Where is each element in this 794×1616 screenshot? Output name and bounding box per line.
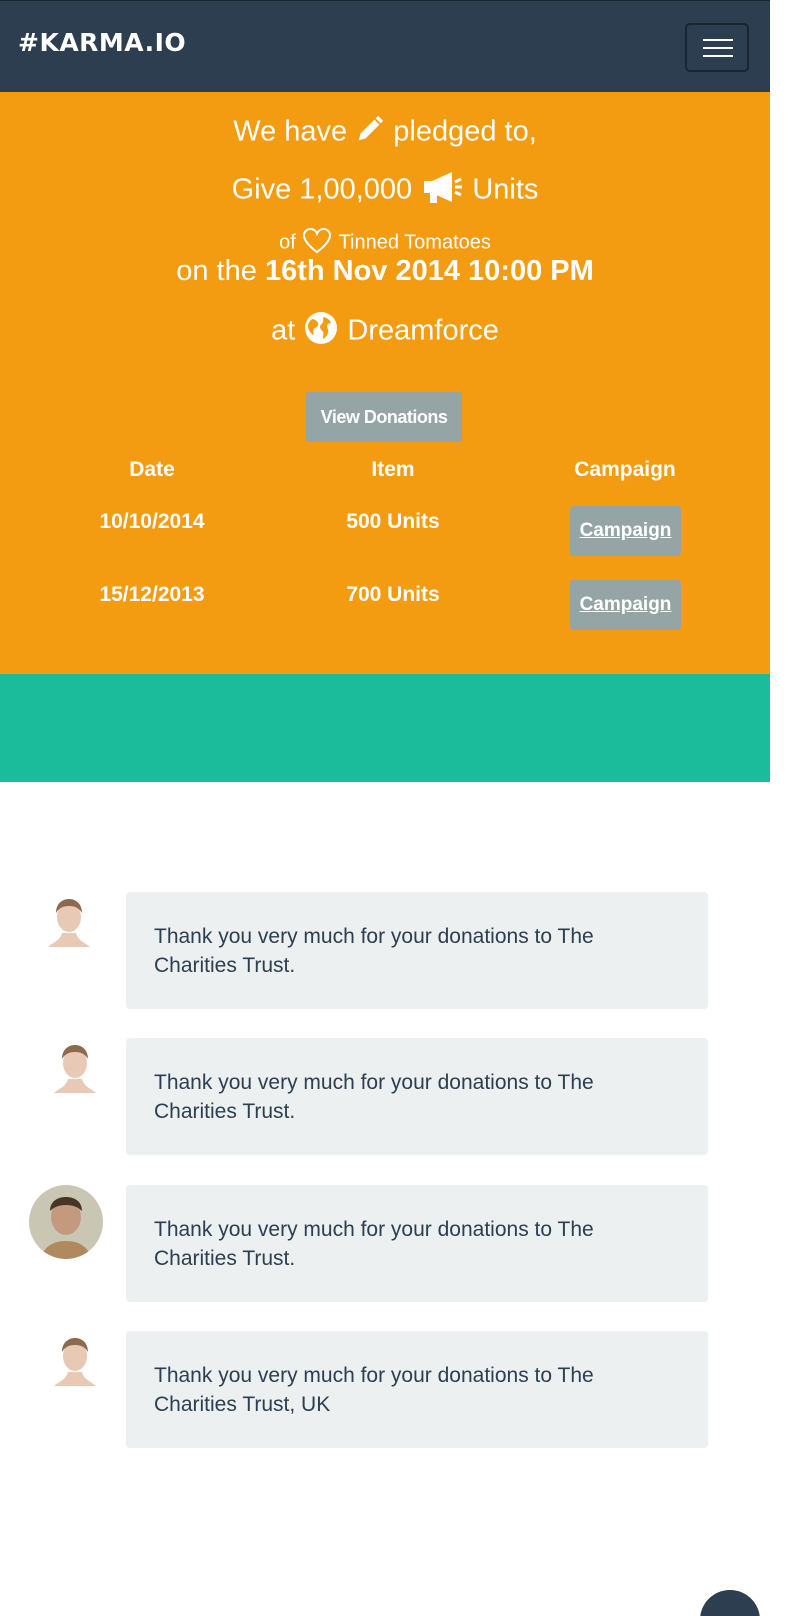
message-bubble: Thank you very much for your donations t… — [126, 1038, 708, 1155]
pledge-line-2: Give 1,00,000 Units — [0, 170, 770, 212]
message-text: Thank you very much for your donations t… — [154, 924, 594, 977]
pledge-line-1: We have pledged to, — [0, 114, 770, 152]
pledge-text: on the — [176, 255, 257, 287]
column-header-campaign: Campaign — [574, 458, 676, 481]
donation-item: 500 Units — [346, 510, 440, 533]
message-bubble: Thank you very much for your donations t… — [126, 892, 708, 1009]
view-donations-button[interactable]: View Donations — [306, 392, 462, 442]
message-text: Thank you very much for your donations t… — [154, 1070, 594, 1123]
menu-toggle-button[interactable] — [685, 23, 749, 72]
avatar — [32, 889, 106, 963]
pledge-date: 16th Nov 2014 10:00 PM — [264, 255, 594, 287]
pledge-line-4: on the 16th Nov 2014 10:00 PM — [0, 255, 770, 288]
menu-icon-bar — [703, 47, 733, 49]
pledge-location: Dreamforce — [347, 314, 499, 347]
donation-date: 10/10/2014 — [99, 510, 205, 533]
divider-band — [0, 674, 770, 782]
pledge-amount: Give 1,00,000 — [231, 173, 413, 206]
donation-item: 700 Units — [346, 583, 440, 606]
pledge-section: We have pledged to, Give 1,00,000 Units … — [0, 92, 770, 674]
megaphone-icon — [420, 170, 464, 212]
avatar — [38, 1328, 112, 1402]
brand-logo[interactable]: #KARMA.IO — [18, 28, 186, 57]
scroll-to-top-button[interactable] — [700, 1590, 760, 1616]
pencil-icon — [355, 114, 385, 152]
campaign-button[interactable]: Campaign — [570, 506, 681, 556]
navbar: #KARMA.IO — [0, 0, 770, 92]
menu-icon-bar — [703, 39, 733, 41]
pledge-text: of — [279, 231, 296, 254]
donation-date: 15/12/2013 — [99, 583, 205, 606]
pledge-text: pledged to, — [393, 115, 537, 148]
message-text: Thank you very much for your donations t… — [154, 1363, 594, 1416]
pledge-text: We have — [233, 115, 348, 148]
message-text: Thank you very much for your donations t… — [154, 1217, 594, 1270]
avatar — [38, 1035, 112, 1109]
message-bubble: Thank you very much for your donations t… — [126, 1185, 708, 1302]
column-header-item: Item — [371, 458, 415, 481]
pledge-unit: Units — [472, 173, 539, 206]
campaign-button[interactable]: Campaign — [570, 580, 681, 630]
avatar — [29, 1185, 103, 1259]
menu-icon-bar — [703, 55, 733, 57]
pledge-item: Tinned Tomatoes — [338, 231, 491, 254]
globe-icon — [303, 310, 339, 354]
message-bubble: Thank you very much for your donations t… — [126, 1331, 708, 1448]
column-header-date: Date — [129, 458, 175, 481]
pledge-text: at — [271, 314, 296, 347]
pledge-line-5: at Dreamforce — [0, 310, 770, 354]
